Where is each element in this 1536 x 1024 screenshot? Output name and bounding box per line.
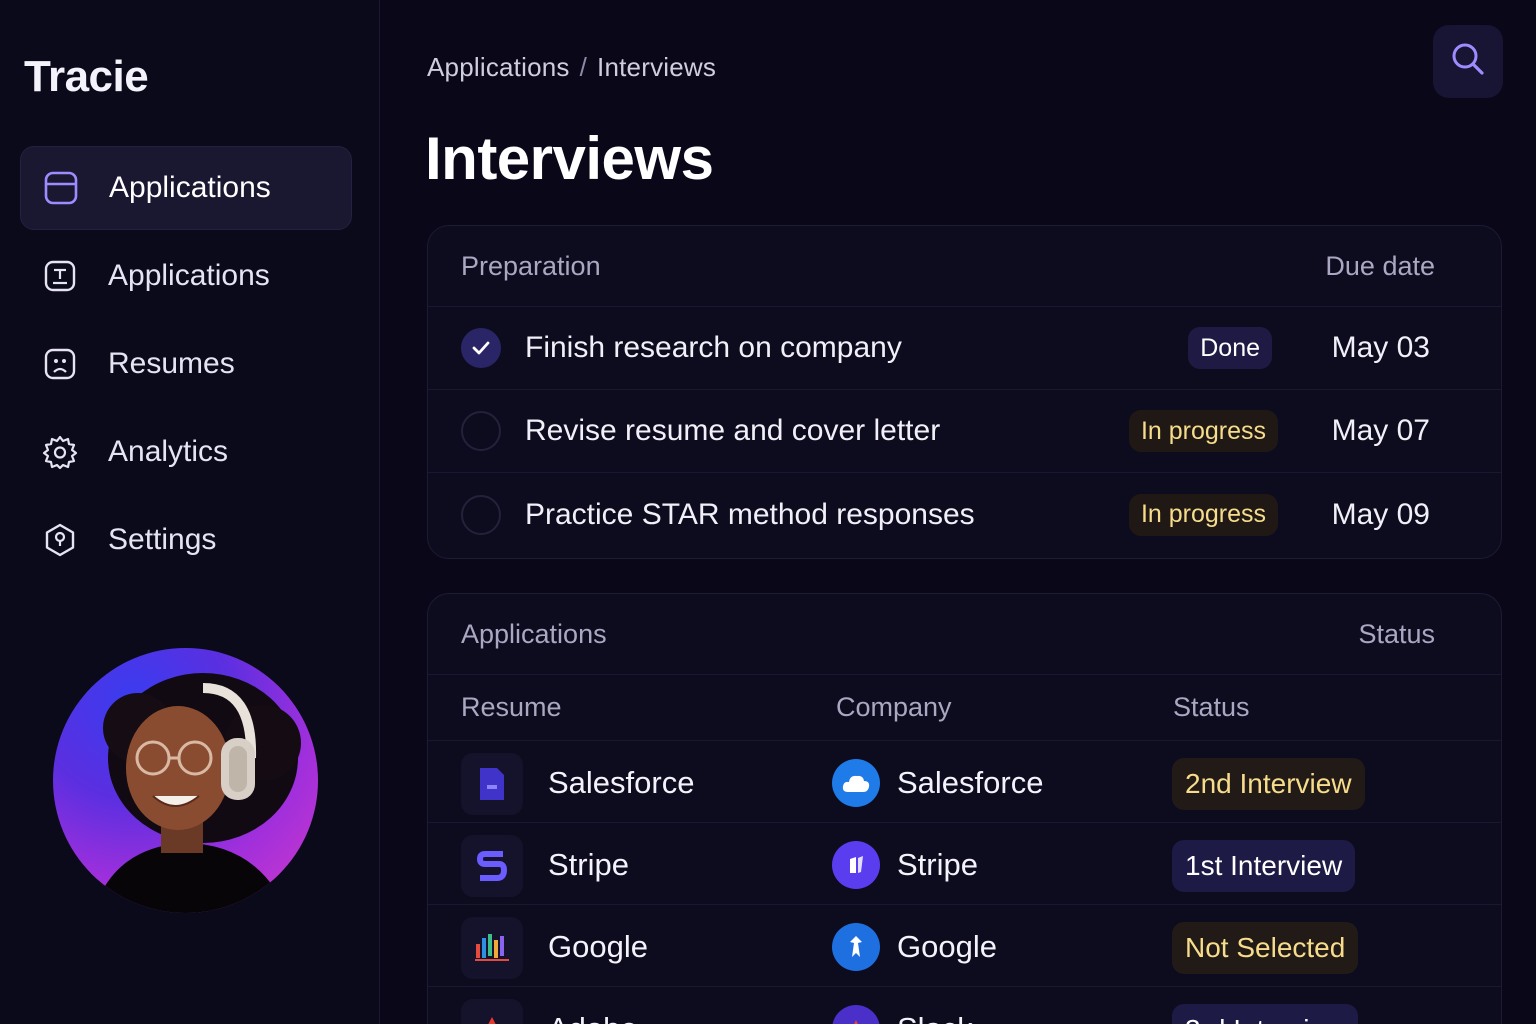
status-badge: In progress: [1128, 493, 1278, 536]
resume-name: Stripe: [548, 847, 629, 882]
applications-card: Applications Status Resume Company Statu…: [427, 593, 1502, 1024]
status-badge: 2nd Interview: [1172, 758, 1365, 810]
sidebar-item-label: Applications: [108, 259, 270, 292]
stripe-logo-icon: [832, 841, 880, 889]
breadcrumb-separator: /: [579, 52, 588, 82]
resume-file-icon: [461, 753, 523, 815]
preparation-header: Preparation Due date: [428, 226, 1501, 307]
breadcrumb-interviews: Interviews: [597, 52, 717, 82]
page-title: Interviews: [425, 125, 714, 192]
sidebar-item-applications-active[interactable]: Applications: [20, 146, 352, 230]
column-status: Status: [1173, 692, 1250, 722]
stripe-s-icon: [461, 835, 523, 897]
task-label: Finish research on company: [525, 331, 902, 364]
company-name: Stripe: [897, 847, 978, 882]
hexagon-settings-icon: [40, 520, 80, 560]
sidebar: Tracie Applications Applications Resumes: [0, 0, 380, 1024]
preparation-card: Preparation Due date Finish research on …: [427, 225, 1502, 559]
company-name: Salesforce: [897, 765, 1044, 800]
sidebar-item-label: Resumes: [108, 347, 235, 380]
status-badge: 1st Interview: [1172, 840, 1356, 892]
table-row[interactable]: Stripe Stripe 1st Interview: [428, 823, 1501, 905]
status-badge: 3rd Interview: [1172, 1004, 1359, 1024]
slack-logo-icon: [832, 1005, 880, 1024]
sidebar-item-applications[interactable]: Applications: [20, 234, 352, 318]
task-due-date: May 03: [1331, 331, 1430, 364]
task-row[interactable]: Practice STAR method responses In progre…: [428, 473, 1501, 556]
search-button[interactable]: [1433, 25, 1503, 98]
search-icon: [1450, 41, 1486, 82]
task-due-date: May 07: [1331, 414, 1430, 447]
table-row[interactable]: Google Google Not Selected: [428, 905, 1501, 987]
due-date-header: Due date: [1325, 250, 1435, 281]
status-badge: Not Selected: [1172, 922, 1359, 974]
company-name: Google: [897, 929, 997, 964]
applications-header: Applications Status: [428, 594, 1501, 675]
app-root: Tracie Applications Applications Resumes: [0, 0, 1536, 1024]
sidebar-item-label: Applications: [109, 171, 271, 204]
resume-icon: [40, 344, 80, 384]
adobe-logo-icon: [461, 999, 523, 1024]
brand-title: Tracie: [24, 52, 149, 101]
sidebar-item-settings[interactable]: Settings: [20, 498, 352, 582]
applications-title: Applications: [461, 618, 607, 649]
column-resume: Resume: [461, 692, 562, 722]
document-icon: [40, 256, 80, 296]
salesforce-cloud-icon: [832, 759, 880, 807]
task-row[interactable]: Finish research on company Done May 03: [428, 307, 1501, 390]
task-label: Practice STAR method responses: [525, 497, 975, 531]
status-badge: In progress: [1128, 410, 1278, 452]
resume-name: Adobe: [548, 1011, 638, 1024]
breadcrumb-applications[interactable]: Applications: [427, 52, 570, 82]
resume-name: Google: [548, 929, 648, 964]
task-checkbox-checked[interactable]: [461, 328, 501, 368]
table-row[interactable]: Adobe Slack 3rd Interview: [428, 987, 1501, 1024]
status-badge: Done: [1188, 327, 1272, 369]
task-row[interactable]: Revise resume and cover letter In progre…: [428, 390, 1501, 473]
task-checkbox[interactable]: [461, 494, 501, 535]
column-company: Company: [836, 692, 952, 722]
user-avatar[interactable]: [53, 648, 318, 913]
status-header: Status: [1358, 618, 1435, 649]
resume-name: Salesforce: [548, 765, 695, 800]
task-checkbox[interactable]: [461, 411, 501, 451]
google-pin-icon: [832, 923, 880, 971]
task-label: Revise resume and cover letter: [525, 414, 941, 447]
breadcrumb: Applications / Interviews: [427, 52, 716, 83]
task-due-date: May 09: [1331, 497, 1430, 531]
company-name: Slack: [897, 1011, 973, 1024]
sidebar-item-resumes[interactable]: Resumes: [20, 322, 352, 406]
sidebar-item-analytics[interactable]: Analytics: [20, 410, 352, 494]
checkmark-icon: [472, 341, 490, 355]
preparation-title: Preparation: [461, 250, 601, 281]
sidebar-item-label: Analytics: [108, 435, 229, 468]
sidebar-nav: Applications Applications Resumes Analyt…: [20, 146, 352, 586]
google-bars-icon: [461, 917, 523, 979]
table-row[interactable]: Salesforce Salesforce 2nd Interview: [428, 741, 1501, 823]
table-column-headers: Resume Company Status: [428, 675, 1501, 741]
app-window-icon: [41, 168, 81, 208]
sidebar-item-label: Settings: [108, 523, 217, 556]
gear-icon: [40, 432, 80, 472]
